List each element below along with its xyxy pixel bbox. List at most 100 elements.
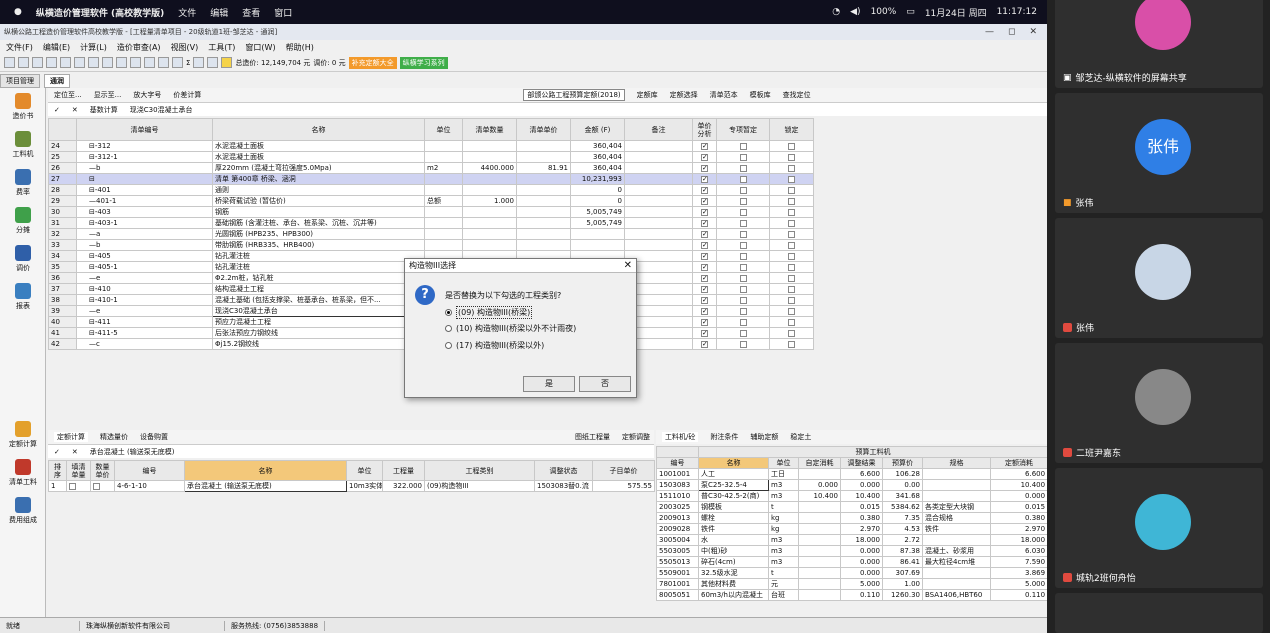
volume-icon[interactable]: ◀) xyxy=(850,7,860,17)
save-icon[interactable] xyxy=(32,57,43,68)
tab-quota-calc[interactable]: 定额计算 xyxy=(54,432,88,442)
table-row[interactable]: 3005004 水 m3 18.000 2.72 18.000 xyxy=(656,534,1047,546)
provisional-checkbox[interactable] xyxy=(739,241,747,249)
new-icon[interactable] xyxy=(4,57,15,68)
yes-button[interactable]: 是 xyxy=(523,376,575,392)
provisional-checkbox[interactable] xyxy=(739,175,747,183)
analysis-checkbox[interactable] xyxy=(701,230,708,239)
open-icon[interactable] xyxy=(18,57,29,68)
participant-card-6[interactable] xyxy=(1055,593,1263,633)
supplement-quota-button[interactable]: 补充定额大全 xyxy=(348,56,397,69)
mcol-spec[interactable]: 规格 xyxy=(922,457,991,469)
provisional-checkbox[interactable] xyxy=(739,340,747,348)
mac-menu-edit[interactable]: 编辑 xyxy=(210,6,228,19)
mcol-code[interactable]: 编号 xyxy=(656,457,699,469)
mcol-unit[interactable]: 单位 xyxy=(768,457,799,469)
edit-input[interactable]: 现浇C30混凝土承台 xyxy=(130,105,193,115)
sigma-icon[interactable]: Σ xyxy=(186,59,190,67)
analysis-checkbox[interactable] xyxy=(701,329,708,338)
table-row[interactable]: 28 ⊟-401 通则 0 xyxy=(48,184,814,196)
analysis-checkbox[interactable] xyxy=(701,241,708,250)
template-lib-button[interactable]: 模板库 xyxy=(750,90,771,100)
lock-icon[interactable] xyxy=(193,57,205,68)
participant-card-1[interactable]: ▣ 邹芝达-纵横软件的屏幕共享 xyxy=(1055,0,1263,88)
mac-menu-window[interactable]: 窗口 xyxy=(274,6,292,19)
col-provisional[interactable]: 专项暂定 xyxy=(716,118,770,141)
tab-equipment[interactable]: 设备购置 xyxy=(140,432,168,442)
qcol-price[interactable]: 子目单价 xyxy=(592,460,655,481)
quota-row[interactable]: 1 4-6-1-10 承台混凝土 (输送泵无底模) 10m3实体 322.000… xyxy=(48,480,655,492)
analysis-checkbox[interactable] xyxy=(701,340,708,349)
nav-allocate[interactable]: 分摊 xyxy=(0,202,46,240)
col-note[interactable]: 备注 xyxy=(624,118,693,141)
app-name[interactable]: 纵横造价管理软件 (高校教学版) xyxy=(36,6,164,19)
analysis-checkbox[interactable] xyxy=(701,197,708,206)
nav-adjust-price[interactable]: 调价 xyxy=(0,240,46,278)
col-lock[interactable]: 锁定 xyxy=(769,118,814,141)
bottom-confirm-icon[interactable]: ✓ xyxy=(54,448,60,456)
participant-card-5[interactable]: 城轨2班何舟怡 xyxy=(1055,468,1263,588)
table-row[interactable]: 1511010 普C30-42.5-2(商) m3 10.400 10.400 341.6… xyxy=(656,490,1047,502)
table-row[interactable]: 31 ⊟-403-1 基础钢筋 (含灌注桩、承台、桩系梁、沉桩、沉井等) 5,005,… xyxy=(48,217,814,229)
lock-checkbox[interactable] xyxy=(788,307,795,315)
provisional-checkbox[interactable] xyxy=(739,153,747,161)
show-to-button[interactable]: 显示至... xyxy=(94,90,122,100)
mcol-name[interactable]: 名称 xyxy=(698,457,769,469)
provisional-checkbox[interactable] xyxy=(739,329,747,337)
lock-checkbox[interactable] xyxy=(788,186,795,194)
list-template-button[interactable]: 清单范本 xyxy=(710,90,738,100)
menu-help[interactable]: 帮助(H) xyxy=(286,42,314,53)
provisional-checkbox[interactable] xyxy=(739,274,747,282)
paste-icon[interactable] xyxy=(74,57,85,68)
mcol-custom[interactable]: 自定消耗 xyxy=(798,457,841,469)
table-row[interactable]: 27 ⊟ 清单 第400章 桥梁、涵洞 10,231,993 xyxy=(48,173,814,185)
cancel-icon[interactable]: ✕ xyxy=(72,106,78,114)
grid5-icon[interactable] xyxy=(158,57,169,68)
col-analysis[interactable]: 单价分析 xyxy=(692,118,717,141)
analysis-checkbox[interactable] xyxy=(701,307,708,316)
table-row[interactable]: 29 —401-1 桥梁荷载试验 (暂估价) 总额 1.000 0 xyxy=(48,195,814,207)
minimize-button[interactable]: — xyxy=(985,27,994,37)
provisional-checkbox[interactable] xyxy=(739,186,747,194)
qcol-unit[interactable]: 单位 xyxy=(346,460,383,481)
filter-icon[interactable] xyxy=(207,57,219,68)
col-amount[interactable]: 金额 (F) xyxy=(570,118,625,141)
qtyprice-checkbox[interactable] xyxy=(93,482,100,490)
table-row[interactable]: 25 ⊟-312-1 水泥混凝土面板 360,404 xyxy=(48,151,814,163)
provisional-checkbox[interactable] xyxy=(739,252,747,260)
wifi-icon[interactable]: ◔ xyxy=(832,7,840,17)
qcol-type[interactable]: 工程类别 xyxy=(424,460,535,481)
col-name[interactable]: 名称 xyxy=(212,118,425,141)
dialog-close-icon[interactable]: ✕ xyxy=(624,260,632,271)
tab-materials-concrete[interactable]: 工料机/砼 xyxy=(662,432,699,442)
mac-menu-view[interactable]: 查看 xyxy=(242,6,260,19)
lock-checkbox[interactable] xyxy=(788,263,795,271)
nav-cost-book[interactable]: 造价书 xyxy=(0,88,46,126)
provisional-checkbox[interactable] xyxy=(739,208,747,216)
base-calc-button[interactable]: 基数计算 xyxy=(90,105,118,115)
lock-checkbox[interactable] xyxy=(788,153,795,161)
analysis-checkbox[interactable] xyxy=(701,263,708,272)
col-price[interactable]: 清单单价 xyxy=(516,118,571,141)
quota-lib-button[interactable]: 定额库 xyxy=(637,90,658,100)
lightbulb-icon[interactable] xyxy=(221,57,233,68)
menu-review[interactable]: 造价审查(A) xyxy=(117,42,161,53)
lock-checkbox[interactable] xyxy=(788,142,795,150)
enlarge-font-button[interactable]: 放大字号 xyxy=(133,90,161,100)
option-non-bridge-no-rain[interactable]: (10) 构造物III(桥梁以外不计雨夜) xyxy=(445,323,576,334)
provisional-checkbox[interactable] xyxy=(739,164,747,172)
analysis-checkbox[interactable] xyxy=(701,274,708,283)
option-non-bridge[interactable]: (17) 构造物III(桥梁以外) xyxy=(445,340,544,351)
provisional-checkbox[interactable] xyxy=(739,285,747,293)
maximize-button[interactable]: ◻ xyxy=(1008,27,1015,37)
lock-checkbox[interactable] xyxy=(788,197,795,205)
qcol-qty[interactable]: 工程量 xyxy=(382,460,425,481)
mac-menu-file[interactable]: 文件 xyxy=(178,6,196,19)
provisional-checkbox[interactable] xyxy=(739,142,747,150)
nav-fee-composition[interactable]: 费用组成 xyxy=(0,492,46,530)
learning-series-button[interactable]: 纵横学习系列 xyxy=(399,56,448,69)
provisional-checkbox[interactable] xyxy=(739,263,747,271)
table-row[interactable]: 33 —b 带肋钢筋 (HRB335、HRB400) xyxy=(48,239,814,251)
table-row[interactable]: 5503005 中(粗)砂 m3 0.000 87.38 混凝土、砂浆用 6.030 xyxy=(656,545,1047,557)
radio-non-bridge[interactable] xyxy=(445,342,452,349)
